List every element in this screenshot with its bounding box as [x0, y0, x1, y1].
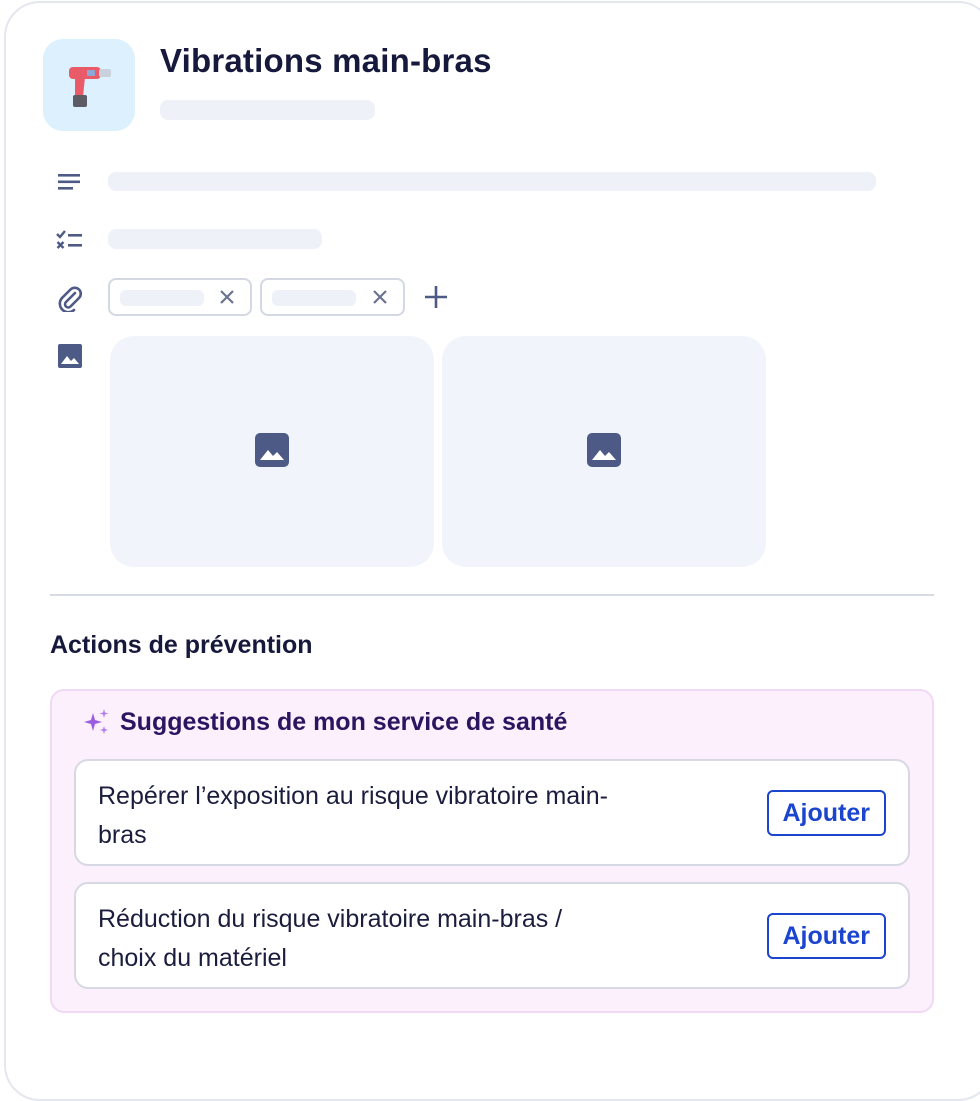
paperclip-icon	[58, 286, 82, 312]
attachment-chip[interactable]	[108, 278, 252, 316]
close-icon[interactable]	[371, 288, 389, 306]
image-placeholder[interactable]	[110, 336, 434, 567]
attachment-name-placeholder	[120, 290, 204, 306]
sparkles-icon	[84, 709, 109, 734]
attachment-chip[interactable]	[260, 278, 405, 316]
description-placeholder	[108, 172, 876, 191]
suggestion-label: Repérer l’exposition au risque vibratoir…	[98, 782, 608, 849]
attachment-name-placeholder	[272, 290, 356, 306]
add-suggestion-button[interactable]: Ajouter	[766, 790, 886, 836]
section-title: Actions de prévention	[50, 631, 313, 659]
heat-gun-icon	[69, 67, 111, 107]
page-title: Vibrations main-bras	[160, 42, 492, 79]
close-icon[interactable]	[218, 288, 236, 306]
suggestion-item: Réduction du risque vibratoire main-bras…	[74, 882, 910, 989]
checklist-placeholder	[108, 229, 322, 249]
subtitle-placeholder	[160, 100, 375, 120]
suggestion-item: Repérer l’exposition au risque vibratoir…	[74, 759, 910, 866]
add-suggestion-button[interactable]: Ajouter	[766, 913, 886, 959]
lines-icon	[58, 174, 80, 190]
checklist-icon	[56, 230, 82, 249]
image-placeholder[interactable]	[442, 336, 766, 567]
image-icon	[58, 344, 82, 368]
image-icon	[255, 433, 289, 467]
tool-tile	[43, 39, 135, 131]
image-icon	[587, 433, 621, 467]
suggestions-title: Suggestions de mon service de santé	[120, 707, 568, 736]
add-attachment-button[interactable]	[423, 284, 449, 310]
suggestions-heading: Suggestions de mon service de santé	[82, 707, 567, 737]
divider	[50, 594, 934, 596]
suggestion-label: Réduction du risque vibratoire main-bras…	[98, 905, 563, 972]
